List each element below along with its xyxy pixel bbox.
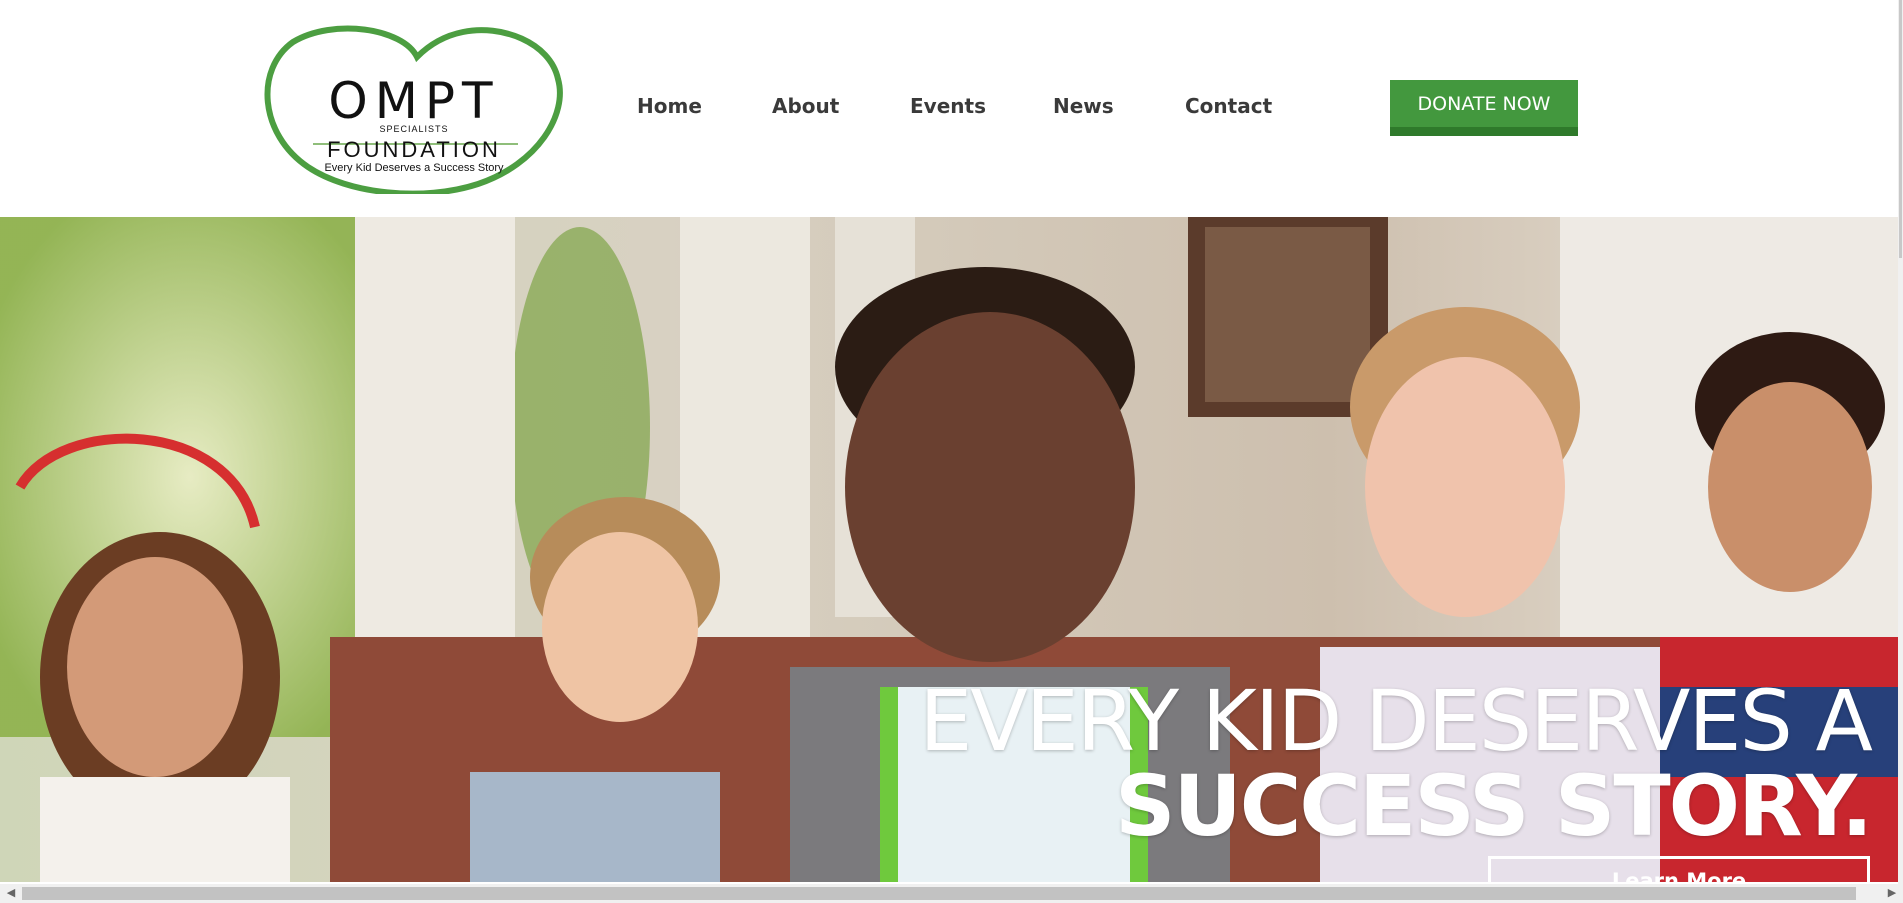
site-logo[interactable]: OMPT SPECIALISTS FOUNDATION Every Kid De… — [263, 24, 565, 194]
vertical-scrollbar[interactable] — [1898, 0, 1903, 884]
triangle-left-icon[interactable]: ◀ — [4, 886, 18, 901]
hero-headline-line1: EVERY KID DESERVES A — [919, 672, 1873, 770]
nav-contact[interactable]: Contact — [1185, 94, 1272, 118]
nav-events[interactable]: Events — [910, 94, 986, 118]
logo-specialists: SPECIALISTS — [379, 124, 449, 134]
logo-tagline: Every Kid Deserves a Success Story — [324, 162, 504, 174]
nav-home[interactable]: Home — [637, 94, 702, 118]
horizontal-scroll-thumb[interactable] — [22, 887, 1856, 900]
logo-title: OMPT — [328, 72, 500, 130]
horizontal-scrollbar[interactable]: ◀ ▶ — [0, 884, 1903, 903]
learn-more-button[interactable]: Learn More — [1488, 856, 1870, 882]
logo-foundation: FOUNDATION — [327, 137, 501, 162]
nav-about[interactable]: About — [772, 94, 839, 118]
vertical-scroll-thumb[interactable] — [1899, 0, 1902, 258]
site-header: OMPT SPECIALISTS FOUNDATION Every Kid De… — [0, 0, 1898, 217]
triangle-right-icon[interactable]: ▶ — [1885, 886, 1899, 901]
donate-now-button[interactable]: DONATE NOW — [1390, 80, 1578, 136]
hero-banner: EVERY KID DESERVES A SUCCESS STORY. Lear… — [0, 217, 1898, 882]
nav-news[interactable]: News — [1053, 94, 1114, 118]
hero-headline-line2: SUCCESS STORY. — [1115, 757, 1873, 855]
